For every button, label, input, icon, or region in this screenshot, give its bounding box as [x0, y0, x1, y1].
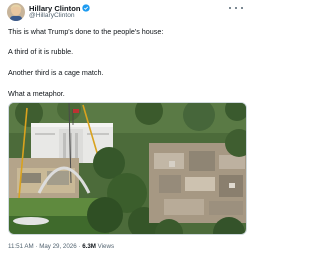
views-count: 6.3M [82, 243, 96, 250]
avatar[interactable] [7, 3, 25, 21]
tweet-text-line: This is what Trump's done to the people'… [8, 27, 164, 36]
tweet-header: Hillary Clinton @HillaryClinton [0, 0, 250, 26]
views-label: Views [95, 243, 115, 250]
aerial-white-house-photo [9, 103, 246, 234]
tweet-time[interactable]: 11:51 AM [8, 243, 34, 250]
tweet-date[interactable]: May 29, 2026 [39, 243, 77, 250]
tweet-text-line: What a metaphor. [8, 89, 65, 98]
tweet-meta: 11:51 AM · May 29, 2026 · 6.3M Views [8, 243, 114, 250]
more-options-icon[interactable] [229, 4, 243, 12]
tweet-text-line: Another third is a cage match. [8, 68, 104, 77]
avatar-photo-icon [7, 3, 25, 21]
author-handle[interactable]: @HillaryClinton [29, 12, 75, 19]
tweet-text-line: A third of it is rubble. [8, 47, 74, 56]
verified-badge-icon [82, 4, 91, 12]
tweet-media-image[interactable] [8, 102, 247, 235]
